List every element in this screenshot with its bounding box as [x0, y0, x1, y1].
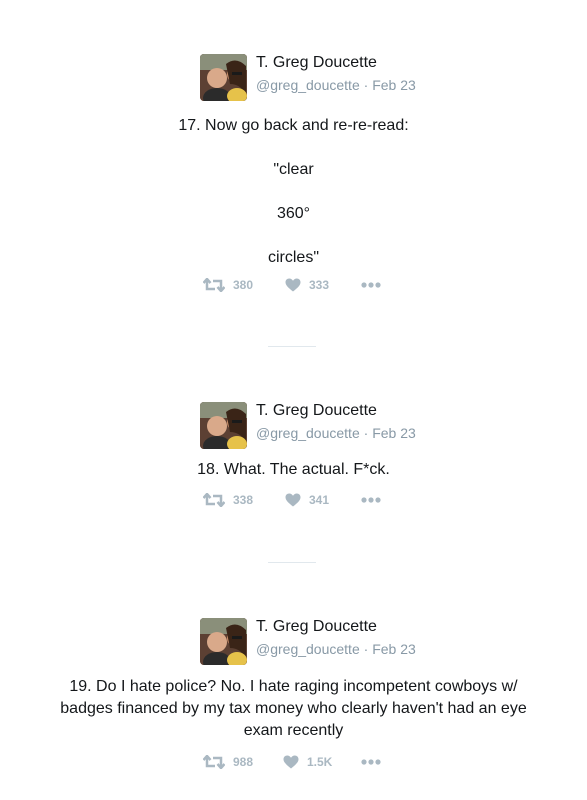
display-name[interactable]: T. Greg Doucette: [256, 402, 377, 420]
heart-icon: [285, 493, 301, 507]
tweet-line: 360°: [276, 205, 311, 222]
more-button[interactable]: [361, 490, 381, 510]
tweet-line: exam recently: [243, 722, 344, 739]
avatar[interactable]: [200, 618, 247, 665]
more-icon: [361, 282, 381, 288]
tweet-actions: 988 1.5K: [0, 752, 587, 772]
tweet-line: 17. Now go back and re-re-read:: [178, 117, 409, 134]
display-name[interactable]: T. Greg Doucette: [256, 54, 377, 72]
heart-icon: [283, 755, 299, 769]
retweet-icon: [203, 493, 225, 507]
tweet-meta: @greg_doucette · Feb 23: [256, 425, 416, 441]
retweet-button[interactable]: 380: [203, 275, 253, 295]
tweet-date[interactable]: Feb 23: [372, 425, 416, 441]
like-button[interactable]: 1.5K: [283, 752, 332, 772]
retweet-button[interactable]: 988: [203, 752, 253, 772]
like-count: 1.5K: [307, 755, 333, 769]
like-count: 341: [309, 493, 330, 507]
tweet-date[interactable]: Feb 23: [372, 77, 416, 93]
avatar[interactable]: [200, 402, 247, 449]
divider: [268, 562, 316, 563]
retweet-count: 988: [233, 755, 254, 769]
handle[interactable]: @greg_doucette: [256, 77, 360, 93]
retweet-count: 380: [233, 278, 254, 292]
tweet-line: circles": [267, 249, 319, 266]
tweet-date[interactable]: Feb 23: [372, 641, 416, 657]
tweet-meta: @greg_doucette · Feb 23: [256, 77, 416, 93]
like-button[interactable]: 341: [285, 490, 329, 510]
heart-icon: [285, 278, 301, 292]
tweet-text: 17. Now go back and re-re-read: "clear 3…: [0, 115, 587, 269]
tweet-line: "clear: [273, 161, 314, 178]
retweet-button[interactable]: 338: [203, 490, 253, 510]
like-count: 333: [309, 278, 330, 292]
retweet-icon: [203, 278, 225, 292]
separator: ·: [363, 425, 369, 441]
divider: [268, 346, 316, 347]
tweet-text: 19. Do I hate police? No. I hate raging …: [0, 676, 587, 742]
display-name[interactable]: T. Greg Doucette: [256, 618, 377, 636]
more-icon: [361, 759, 381, 765]
tweet-actions: 338 341: [0, 490, 587, 510]
retweet-icon: [203, 755, 225, 769]
handle[interactable]: @greg_doucette: [256, 425, 360, 441]
tweet-text: 18. What. The actual. F*ck.: [0, 459, 587, 481]
tweet-line: badges financed by my tax money who clea…: [60, 700, 527, 717]
more-icon: [361, 497, 381, 503]
tweet-line: 19. Do I hate police? No. I hate raging …: [69, 678, 518, 695]
handle[interactable]: @greg_doucette: [256, 641, 360, 657]
more-button[interactable]: [361, 275, 381, 295]
like-button[interactable]: 333: [285, 275, 329, 295]
tweet-meta: @greg_doucette · Feb 23: [256, 641, 416, 657]
tweet-line: 18. What. The actual. F*ck.: [197, 461, 390, 478]
tweet-actions: 380 333: [0, 275, 587, 295]
separator: ·: [363, 77, 369, 93]
more-button[interactable]: [361, 752, 381, 772]
avatar[interactable]: [200, 54, 247, 101]
separator: ·: [363, 641, 369, 657]
retweet-count: 338: [233, 493, 254, 507]
